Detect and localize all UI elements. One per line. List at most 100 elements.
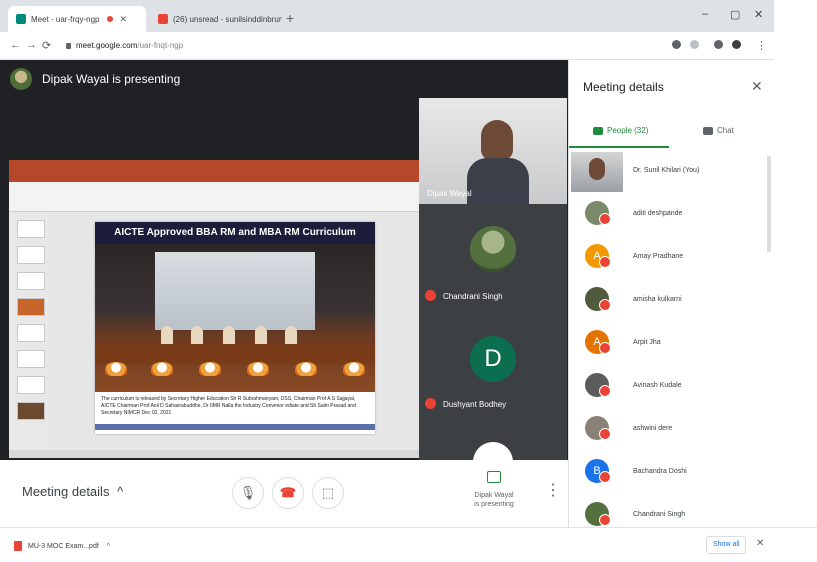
tab-meet[interactable]: Meet - uar-frqy-ngp ✕ — [8, 6, 146, 32]
people-icon — [593, 126, 603, 135]
chat-icon — [703, 126, 713, 135]
participant-tile[interactable] — [419, 436, 567, 460]
flower-decoration — [343, 362, 365, 376]
presenter-video-tile[interactable]: Dipak Wayal — [419, 98, 567, 204]
more-options-icon[interactable]: ⋮ — [545, 480, 561, 500]
participant-tile[interactable]: Chandrani Singh — [419, 204, 567, 324]
mic-off-icon — [599, 299, 611, 311]
address-bar[interactable]: meet.google.com/uar-fnqt-ngp — [62, 37, 662, 55]
chevron-up-icon[interactable]: ^ — [107, 543, 110, 550]
back-icon[interactable]: ← — [10, 39, 21, 51]
slide-caption: The curriculum is released by Secretary … — [101, 396, 356, 416]
tab-gmail[interactable]: (26) unsread - sunilsinddinbrunkq ✕ — [150, 6, 282, 32]
profile-avatar[interactable] — [732, 40, 741, 49]
presenter-banner: Dipak Wayal is presenting — [10, 68, 180, 90]
list-item[interactable]: ashwini dere — [569, 408, 769, 451]
window-close-button[interactable]: ✕ — [754, 8, 763, 21]
close-icon[interactable]: ✕ — [119, 14, 127, 25]
tab-people-label: People (32) — [607, 126, 649, 135]
forward-icon[interactable]: → — [26, 39, 37, 51]
presenting-status[interactable]: Dipak Wayal is presenting — [462, 470, 526, 509]
meeting-details-button[interactable]: Meeting details ^ — [22, 484, 123, 499]
flower-decoration — [295, 362, 317, 376]
slide-thumbnail — [17, 272, 45, 290]
tab-meet-title: Meet - uar-frqy-ngp — [31, 14, 100, 24]
avatar — [470, 226, 516, 272]
presenter-avatar — [10, 68, 32, 90]
self-video-thumbnail — [571, 152, 623, 192]
powerpoint-ribbon — [9, 182, 419, 212]
participant-tile[interactable]: D Dushyant Bodhey — [419, 324, 567, 436]
panel-close-icon[interactable]: ✕ — [751, 78, 763, 95]
list-item[interactable]: Chandrani Singh — [569, 494, 769, 527]
maximize-button[interactable]: ▢ — [730, 8, 740, 21]
active-tab-indicator — [569, 146, 669, 148]
slide-thumbnails — [9, 212, 49, 458]
slide-thumbnail — [17, 324, 45, 342]
avatar: D — [470, 336, 516, 382]
end-call-icon[interactable]: ☎ — [272, 477, 304, 509]
slide-footer-bar — [95, 424, 375, 430]
slide-thumbnail — [17, 350, 45, 368]
flower-decoration — [247, 362, 269, 376]
participant-name: Arpit Jha — [633, 339, 661, 346]
browser-menu-icon[interactable]: ⋮ — [756, 39, 767, 52]
screen-root: { "browser": { "tabs": [ {"title": "Meet… — [0, 0, 817, 562]
lock-icon — [66, 43, 71, 49]
list-item[interactable]: B Bachandra Doshi — [569, 451, 769, 494]
mic-off-icon — [599, 342, 611, 354]
shared-screen: AICTE Approved BBA RM and MBA RM Curricu… — [9, 160, 419, 458]
meeting-details-label: Meeting details — [22, 484, 110, 499]
list-item[interactable]: amisha kulkarni — [569, 279, 769, 322]
slide-thumbnail — [17, 376, 45, 394]
star-icon[interactable] — [690, 40, 699, 49]
list-item[interactable]: aditi deshpande — [569, 193, 769, 236]
list-item[interactable]: Dr. Sunil Khilari (You) — [569, 150, 769, 193]
tab-chat[interactable]: Chat — [703, 126, 734, 135]
chevron-up-icon: ^ — [117, 484, 124, 499]
current-slide: AICTE Approved BBA RM and MBA RM Curricu… — [95, 222, 375, 434]
participant-name: Avinash Kudale — [633, 382, 682, 389]
powerpoint-ribbon-tabs — [9, 172, 419, 182]
mic-off-icon — [599, 428, 611, 440]
participant-name: ashwini dere — [633, 425, 673, 432]
meet-favicon-icon — [16, 14, 26, 24]
powerpoint-titlebar — [9, 160, 419, 172]
pdf-file-icon — [14, 541, 22, 551]
shelf-close-icon[interactable]: ✕ — [756, 538, 764, 549]
recording-indicator-icon — [107, 16, 114, 22]
slide-title: AICTE Approved BBA RM and MBA RM Curricu… — [95, 222, 375, 244]
new-tab-button[interactable]: + — [286, 10, 294, 26]
mic-off-icon — [599, 385, 611, 397]
meeting-details-panel: Meeting details ✕ People (32) Chat Dr. S… — [568, 60, 774, 527]
reload-icon[interactable]: ⟳ — [42, 39, 51, 52]
participant-list-scrollbar[interactable] — [767, 156, 771, 252]
mic-off-icon — [599, 256, 611, 268]
stage-backdrop — [155, 252, 315, 330]
extensions-icon[interactable] — [714, 40, 723, 49]
list-item[interactable]: A Arpit Jha — [569, 322, 769, 365]
slide-thumbnail — [17, 298, 45, 316]
show-all-button[interactable]: Show all — [706, 536, 747, 554]
presenter-banner-text: Dipak Wayal is presenting — [42, 72, 181, 86]
slide-photo — [95, 244, 375, 392]
mic-off-icon — [599, 514, 611, 526]
tile-name: Dushyant Bodhey — [443, 400, 507, 409]
download-file-name: MU-3 MOC Exam...pdf — [28, 542, 99, 550]
participant-name: Chandrani Singh — [633, 511, 686, 518]
download-shelf: MU-3 MOC Exam...pdf ^ Show all ✕ — [0, 527, 817, 562]
camera-icon[interactable]: ⬚ — [312, 477, 344, 509]
participant-list: Dr. Sunil Khilari (You) aditi deshpande … — [569, 150, 769, 527]
presenter-face — [481, 120, 513, 160]
camera-permission-icon[interactable] — [672, 40, 681, 49]
browser-tab-bar: Meet - uar-frqy-ngp ✕ (26) unsread - sun… — [0, 0, 774, 32]
panel-title: Meeting details — [583, 80, 664, 94]
participant-name: aditi deshpande — [633, 210, 683, 217]
list-item[interactable]: A Amay Pradhane — [569, 236, 769, 279]
tab-people[interactable]: People (32) — [593, 126, 648, 135]
list-item[interactable]: Avinash Kudale — [569, 365, 769, 408]
mic-icon[interactable]: 🎙 — [232, 477, 264, 509]
minimize-button[interactable]: – — [702, 8, 708, 20]
download-item[interactable]: MU-3 MOC Exam...pdf ^ — [14, 541, 110, 551]
call-controls-bar: Meeting details ^ 🎙 ☎ ⬚ Dipak Wayal is p… — [0, 460, 568, 527]
